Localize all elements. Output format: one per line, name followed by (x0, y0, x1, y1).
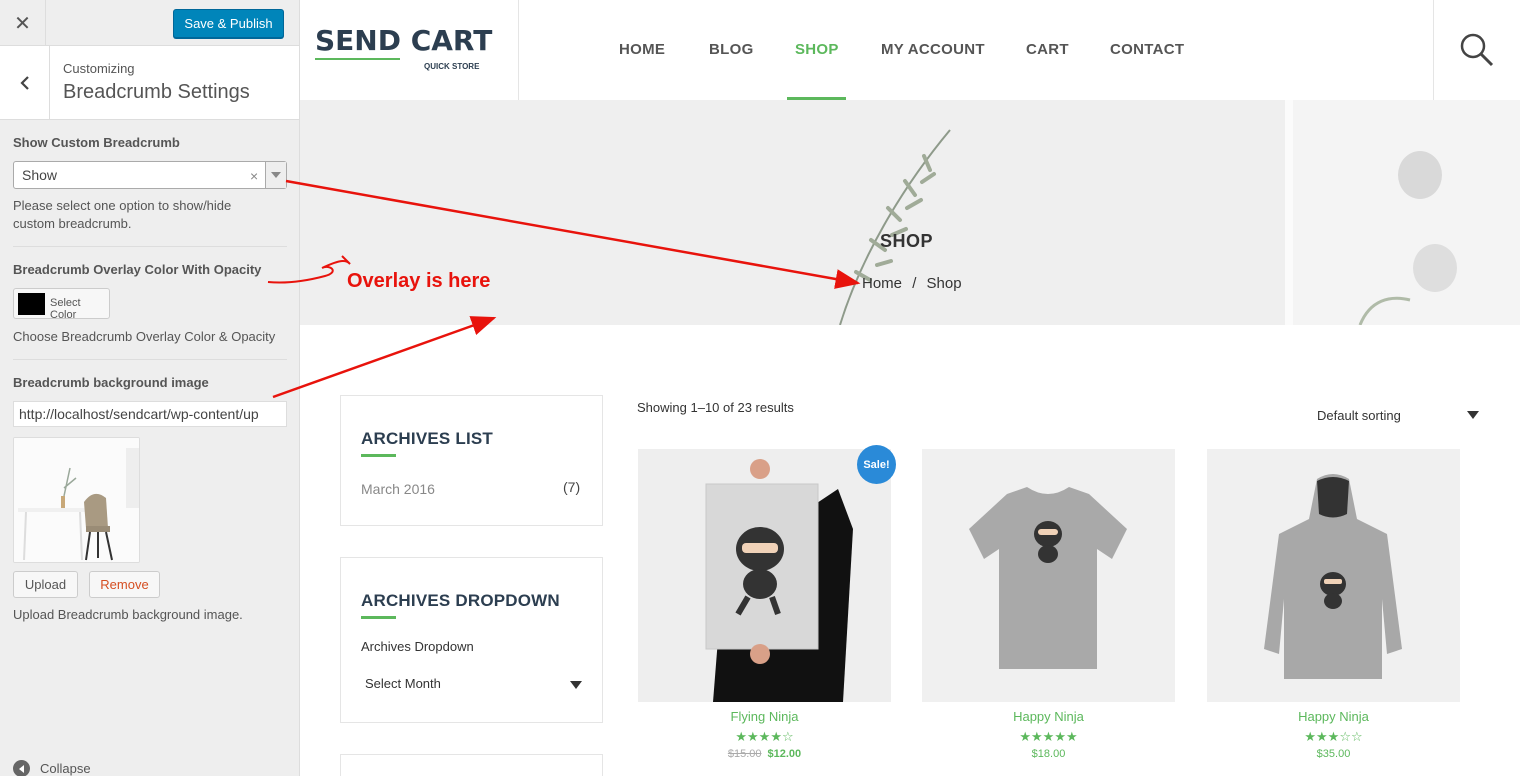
star-rating-icon: ★★★☆☆ (1304, 729, 1363, 744)
results-count: Showing 1–10 of 23 results (637, 400, 794, 415)
site-header: SEND CART QUICK STORE HOME BLOG SHOP MY … (300, 0, 1520, 100)
product-image[interactable] (638, 449, 891, 702)
logo-tagline: QUICK STORE (424, 62, 480, 71)
nav-contact[interactable]: CONTACT (1110, 41, 1184, 58)
customizer-panel: ✕ Save & Publish Customizing Breadcrumb … (0, 0, 300, 776)
chevron-left-icon (19, 75, 29, 90)
logo-underline (315, 58, 400, 60)
customizing-label: Customizing (63, 61, 135, 76)
archives-dropdown-widget: ARCHIVES DROPDOWN Archives Dropdown Sele… (340, 557, 603, 723)
current-price: $35.00 (1316, 748, 1351, 760)
nav-cart[interactable]: CART (1026, 41, 1069, 58)
customizer-header-bar: ✕ Save & Publish (0, 0, 299, 46)
show-custom-description: Please select one option to show/hide cu… (13, 198, 232, 231)
breadcrumb: Home / Shop (862, 275, 962, 292)
remove-button[interactable]: Remove (89, 571, 160, 598)
select-color-button[interactable]: Select Color (13, 288, 110, 321)
archives-dropdown-label: Archives Dropdown (361, 639, 474, 654)
divider (13, 246, 287, 247)
banner-title: SHOP (880, 231, 934, 251)
current-price: $18.00 (1031, 748, 1066, 760)
star-rating-icon: ★★★★★ (1019, 729, 1078, 744)
bg-image-label: Breadcrumb background image (13, 375, 209, 390)
archive-link[interactable]: March 2016 (361, 481, 435, 497)
widget-title: ARCHIVES LIST (361, 429, 494, 448)
breadcrumb-home-link[interactable]: Home (862, 275, 902, 292)
product-price: $35.00 (1207, 748, 1460, 760)
chevron-down-icon[interactable] (265, 162, 286, 188)
close-icon[interactable]: ✕ (0, 0, 46, 46)
chevron-down-icon[interactable] (1467, 411, 1479, 419)
ninja-poster-image (638, 449, 891, 702)
show-breadcrumb-select[interactable]: Show × (13, 161, 287, 189)
product-name[interactable]: Flying Ninja (638, 709, 891, 724)
ninja-tshirt-image (922, 449, 1175, 702)
chevron-down-icon (570, 681, 582, 689)
nav-shop[interactable]: SHOP (795, 41, 839, 58)
sidebar-widget (340, 754, 603, 776)
select-color-label: Select Color (50, 297, 81, 321)
widget-title: ARCHIVES DROPDOWN (361, 591, 560, 610)
collapse-button[interactable]: Collapse (13, 760, 91, 776)
site-logo[interactable]: SEND CART QUICK STORE (300, 0, 519, 100)
room-thumbnail-image (14, 438, 139, 562)
logo-text: SEND CART (315, 24, 493, 57)
product-image[interactable] (922, 449, 1175, 702)
color-swatch (18, 293, 45, 315)
nav-home[interactable]: HOME (619, 41, 665, 58)
upload-button[interactable]: Upload (13, 571, 78, 598)
widget-title-rule (361, 616, 396, 619)
search-icon (1460, 33, 1494, 67)
archives-month-select[interactable]: Select Month (361, 670, 583, 698)
current-price: $12.00 (767, 748, 802, 760)
clear-selection-icon[interactable]: × (250, 168, 258, 184)
breadcrumb-current: Shop (926, 275, 962, 292)
overlay-description: Choose Breadcrumb Overlay Color & Opacit… (13, 329, 276, 344)
section-header: Customizing Breadcrumb Settings (0, 46, 299, 120)
sale-badge: Sale! (857, 445, 896, 484)
ninja-hoodie-image (1207, 449, 1460, 702)
product-image[interactable] (1207, 449, 1460, 702)
product-name[interactable]: Happy Ninja (922, 709, 1175, 724)
old-price: $15.00 (727, 748, 762, 760)
bg-image-description: Upload Breadcrumb background image. (13, 607, 243, 622)
section-title: Breadcrumb Settings (63, 81, 250, 103)
annotation-text: Overlay is here (347, 270, 491, 292)
back-button[interactable] (0, 46, 50, 119)
widget-title-rule (361, 454, 396, 457)
bg-image-url-field[interactable]: http://localhost/sendcart/wp-content/up (13, 401, 287, 427)
bg-image-thumbnail (13, 437, 140, 563)
product-price: $18.00 (922, 748, 1175, 760)
sorting-select[interactable]: Default sorting (1317, 408, 1401, 423)
nav-my-account[interactable]: MY ACCOUNT (881, 41, 985, 58)
star-rating-icon: ★★★★☆ (735, 729, 794, 744)
collapse-label: Collapse (40, 761, 91, 776)
nav-blog[interactable]: BLOG (709, 41, 754, 58)
archive-count: (7) (563, 479, 581, 495)
select-value: Select Month (365, 676, 441, 691)
save-publish-button[interactable]: Save & Publish (173, 9, 284, 38)
archives-list-widget: ARCHIVES LIST March 2016 (7) (340, 395, 603, 526)
select-value: Show (22, 167, 58, 183)
show-custom-breadcrumb-label: Show Custom Breadcrumb (13, 135, 180, 150)
collapse-icon (13, 760, 30, 776)
overlay-color-label: Breadcrumb Overlay Color With Opacity (13, 262, 262, 277)
breadcrumb-separator: / (912, 275, 917, 292)
search-button[interactable] (1433, 0, 1520, 100)
divider (13, 359, 287, 360)
product-name[interactable]: Happy Ninja (1207, 709, 1460, 724)
site-preview: SEND CART QUICK STORE HOME BLOG SHOP MY … (300, 0, 1520, 776)
product-price: $15.00 $12.00 (638, 748, 891, 760)
